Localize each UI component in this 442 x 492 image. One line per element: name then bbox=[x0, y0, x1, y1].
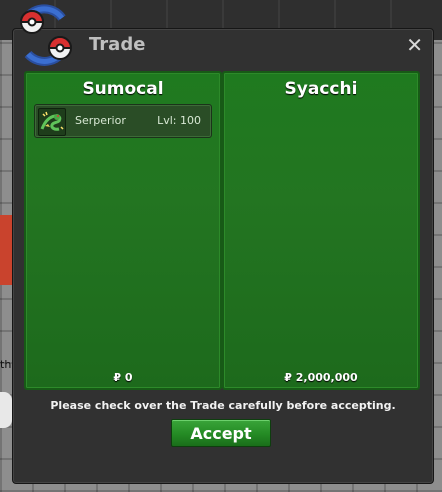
player-name-right: Syacchi bbox=[284, 79, 358, 99]
background-white-object bbox=[0, 392, 12, 428]
trade-notice: Please check over the Trade carefully be… bbox=[50, 399, 396, 412]
player-panel-left: Sumocal Serperior Lvl: 100 ₽ 0 bbox=[24, 71, 222, 390]
accept-button[interactable]: Accept bbox=[171, 419, 271, 447]
pokemon-level: Lvl: 100 bbox=[157, 114, 201, 127]
trade-window: Trade ✕ Sumocal Serperior Lvl: 100 ₽ 0 S… bbox=[12, 28, 434, 484]
serperior-icon bbox=[38, 108, 66, 136]
money-right: ₽ 2,000,000 bbox=[284, 371, 358, 384]
window-title: Trade bbox=[89, 34, 146, 55]
trade-logo-icon bbox=[10, 4, 80, 68]
player-panel-right: Syacchi ₽ 2,000,000 bbox=[222, 71, 420, 390]
player-name-left: Sumocal bbox=[82, 79, 164, 99]
pokemon-name: Serperior bbox=[75, 114, 126, 127]
close-icon[interactable]: ✕ bbox=[406, 33, 423, 57]
background-edge-text: th bbox=[0, 358, 12, 371]
pokemon-slot[interactable]: Serperior Lvl: 100 bbox=[34, 104, 212, 138]
money-left: ₽ 0 bbox=[113, 371, 133, 384]
